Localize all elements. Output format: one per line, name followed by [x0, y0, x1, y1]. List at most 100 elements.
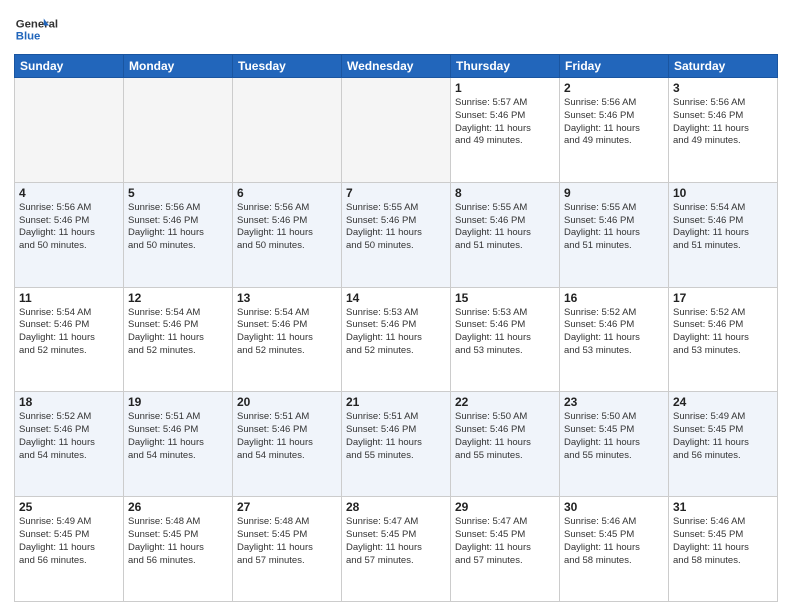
day-info: Sunrise: 5:54 AM Sunset: 5:46 PM Dayligh… [19, 307, 119, 358]
calendar-cell: 24Sunrise: 5:49 AM Sunset: 5:45 PM Dayli… [669, 392, 778, 497]
calendar-cell: 28 Sunrise: 5:47 AM Sunset: 5:45 PM Dayli… [342, 497, 451, 602]
calendar-cell: 26 Sunrise: 5:48 AM Sunset: 5:45 PM Dayli… [124, 497, 233, 602]
calendar-cell: 27Sunrise: 5:48 AM Sunset: 5:45 PM Dayli… [233, 497, 342, 602]
weekday-header-monday: Monday [124, 55, 233, 78]
day-info: Sunrise: 5:50 AM Sunset: 5:46 PM Dayligh… [455, 411, 555, 462]
day-number: 31 [673, 500, 773, 514]
calendar-cell: 29 Sunrise: 5:47 AM Sunset: 5:45 PM Dayli… [451, 497, 560, 602]
day-number: 26 [128, 500, 228, 514]
calendar-cell: 5 Sunrise: 5:56 AM Sunset: 5:46 PM Daylig… [124, 182, 233, 287]
day-number: 4 [19, 186, 119, 200]
day-info: Sunrise: 5:52 AM Sunset: 5:46 PM Dayligh… [673, 307, 773, 358]
calendar-week-1: 1 Sunrise: 5:57 AM Sunset: 5:46 PM Daylig… [15, 78, 778, 183]
calendar-cell [233, 78, 342, 183]
calendar-cell: 19 Sunrise: 5:51 AM Sunset: 5:46 PM Dayli… [124, 392, 233, 497]
day-info: Sunrise: 5:50 AM Sunset: 5:45 PM Dayligh… [564, 411, 664, 462]
calendar-cell: 1 Sunrise: 5:57 AM Sunset: 5:46 PM Daylig… [451, 78, 560, 183]
day-info: Sunrise: 5:47 AM Sunset: 5:45 PM Dayligh… [455, 516, 555, 567]
weekday-header-friday: Friday [560, 55, 669, 78]
calendar-cell: 23 Sunrise: 5:50 AM Sunset: 5:45 PM Dayli… [560, 392, 669, 497]
day-number: 25 [19, 500, 119, 514]
day-number: 30 [564, 500, 664, 514]
day-info: Sunrise: 5:55 AM Sunset: 5:46 PM Dayligh… [564, 202, 664, 253]
day-number: 20 [237, 395, 337, 409]
calendar-cell: 25 Sunrise: 5:49 AM Sunset: 5:45 PM Dayli… [15, 497, 124, 602]
day-number: 15 [455, 291, 555, 305]
day-info: Sunrise: 5:49 AM Sunset: 5:45 PM Dayligh… [19, 516, 119, 567]
day-info: Sunrise: 5:48 AM Sunset: 5:45 PM Dayligh… [237, 516, 337, 567]
day-number: 5 [128, 186, 228, 200]
weekday-header-sunday: Sunday [15, 55, 124, 78]
day-number: 8 [455, 186, 555, 200]
day-info: Sunrise: 5:56 AM Sunset: 5:46 PM Dayligh… [673, 97, 773, 148]
calendar-cell: 7 Sunrise: 5:55 AM Sunset: 5:46 PM Daylig… [342, 182, 451, 287]
weekday-header-saturday: Saturday [669, 55, 778, 78]
day-info: Sunrise: 5:51 AM Sunset: 5:46 PM Dayligh… [237, 411, 337, 462]
day-info: Sunrise: 5:48 AM Sunset: 5:45 PM Dayligh… [128, 516, 228, 567]
day-number: 11 [19, 291, 119, 305]
day-info: Sunrise: 5:57 AM Sunset: 5:46 PM Dayligh… [455, 97, 555, 148]
calendar-cell: 2 Sunrise: 5:56 AM Sunset: 5:46 PM Daylig… [560, 78, 669, 183]
calendar-week-2: 4 Sunrise: 5:56 AM Sunset: 5:46 PM Daylig… [15, 182, 778, 287]
day-number: 16 [564, 291, 664, 305]
calendar-week-5: 25 Sunrise: 5:49 AM Sunset: 5:45 PM Dayli… [15, 497, 778, 602]
day-info: Sunrise: 5:53 AM Sunset: 5:46 PM Dayligh… [455, 307, 555, 358]
calendar-cell: 14Sunrise: 5:53 AM Sunset: 5:46 PM Dayli… [342, 287, 451, 392]
day-number: 18 [19, 395, 119, 409]
day-number: 7 [346, 186, 446, 200]
day-number: 13 [237, 291, 337, 305]
day-info: Sunrise: 5:56 AM Sunset: 5:46 PM Dayligh… [564, 97, 664, 148]
day-info: Sunrise: 5:51 AM Sunset: 5:46 PM Dayligh… [346, 411, 446, 462]
day-info: Sunrise: 5:52 AM Sunset: 5:46 PM Dayligh… [564, 307, 664, 358]
calendar-cell: 30Sunrise: 5:46 AM Sunset: 5:45 PM Dayli… [560, 497, 669, 602]
calendar-cell [124, 78, 233, 183]
day-number: 2 [564, 81, 664, 95]
day-info: Sunrise: 5:53 AM Sunset: 5:46 PM Dayligh… [346, 307, 446, 358]
day-number: 22 [455, 395, 555, 409]
day-number: 19 [128, 395, 228, 409]
day-number: 10 [673, 186, 773, 200]
day-number: 17 [673, 291, 773, 305]
day-number: 23 [564, 395, 664, 409]
calendar-cell [342, 78, 451, 183]
calendar-header-row: SundayMondayTuesdayWednesdayThursdayFrid… [15, 55, 778, 78]
day-number: 6 [237, 186, 337, 200]
calendar-cell: 12 Sunrise: 5:54 AM Sunset: 5:46 PM Dayli… [124, 287, 233, 392]
day-number: 1 [455, 81, 555, 95]
calendar-cell: 15 Sunrise: 5:53 AM Sunset: 5:46 PM Dayli… [451, 287, 560, 392]
svg-text:Blue: Blue [16, 31, 41, 43]
logo-icon: General Blue [14, 10, 84, 48]
day-info: Sunrise: 5:54 AM Sunset: 5:46 PM Dayligh… [128, 307, 228, 358]
calendar-cell: 13 Sunrise: 5:54 AM Sunset: 5:46 PM Dayli… [233, 287, 342, 392]
day-info: Sunrise: 5:54 AM Sunset: 5:46 PM Dayligh… [673, 202, 773, 253]
calendar-cell: 17 Sunrise: 5:52 AM Sunset: 5:46 PM Dayli… [669, 287, 778, 392]
day-number: 24 [673, 395, 773, 409]
calendar-cell: 16 Sunrise: 5:52 AM Sunset: 5:46 PM Dayli… [560, 287, 669, 392]
day-number: 28 [346, 500, 446, 514]
day-info: Sunrise: 5:46 AM Sunset: 5:45 PM Dayligh… [673, 516, 773, 567]
page: General Blue SundayMondayTuesdayWednesda… [0, 0, 792, 612]
day-number: 21 [346, 395, 446, 409]
calendar-cell: 22 Sunrise: 5:50 AM Sunset: 5:46 PM Dayli… [451, 392, 560, 497]
day-number: 29 [455, 500, 555, 514]
day-info: Sunrise: 5:55 AM Sunset: 5:46 PM Dayligh… [455, 202, 555, 253]
day-info: Sunrise: 5:55 AM Sunset: 5:46 PM Dayligh… [346, 202, 446, 253]
weekday-header-wednesday: Wednesday [342, 55, 451, 78]
day-number: 3 [673, 81, 773, 95]
day-info: Sunrise: 5:56 AM Sunset: 5:46 PM Dayligh… [19, 202, 119, 253]
calendar-cell: 4 Sunrise: 5:56 AM Sunset: 5:46 PM Daylig… [15, 182, 124, 287]
day-info: Sunrise: 5:54 AM Sunset: 5:46 PM Dayligh… [237, 307, 337, 358]
weekday-header-tuesday: Tuesday [233, 55, 342, 78]
calendar-cell: 9Sunrise: 5:55 AM Sunset: 5:46 PM Daylig… [560, 182, 669, 287]
day-info: Sunrise: 5:51 AM Sunset: 5:46 PM Dayligh… [128, 411, 228, 462]
day-info: Sunrise: 5:47 AM Sunset: 5:45 PM Dayligh… [346, 516, 446, 567]
header: General Blue [14, 10, 778, 48]
calendar-cell: 20 Sunrise: 5:51 AM Sunset: 5:46 PM Dayli… [233, 392, 342, 497]
day-info: Sunrise: 5:52 AM Sunset: 5:46 PM Dayligh… [19, 411, 119, 462]
calendar-cell [15, 78, 124, 183]
calendar-table: SundayMondayTuesdayWednesdayThursdayFrid… [14, 54, 778, 602]
day-number: 12 [128, 291, 228, 305]
svg-text:General: General [16, 18, 58, 30]
day-info: Sunrise: 5:56 AM Sunset: 5:46 PM Dayligh… [128, 202, 228, 253]
calendar-week-3: 11 Sunrise: 5:54 AM Sunset: 5:46 PM Dayli… [15, 287, 778, 392]
